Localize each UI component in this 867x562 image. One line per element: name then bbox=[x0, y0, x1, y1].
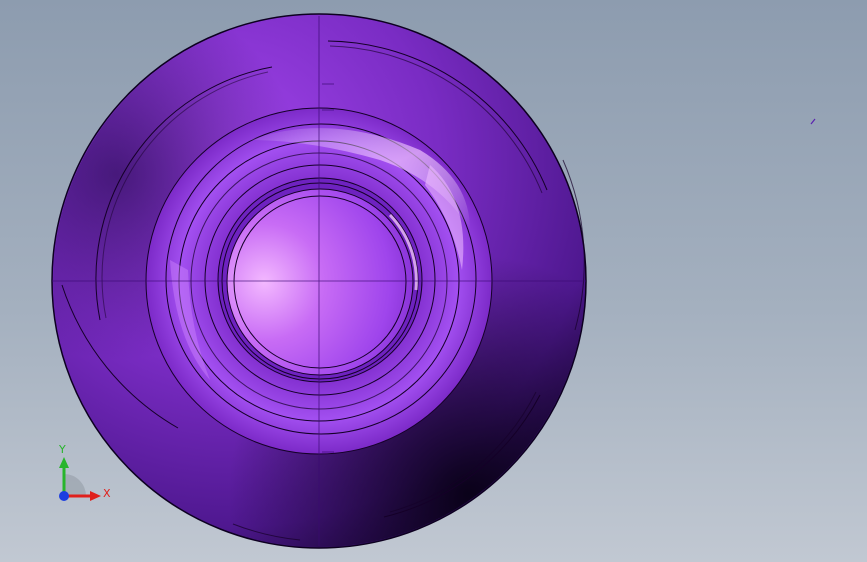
3d-model-view[interactable] bbox=[0, 0, 867, 562]
stray-sketch-point bbox=[810, 118, 816, 125]
part-center-dome[interactable] bbox=[226, 188, 414, 376]
y-axis-label: Y bbox=[59, 443, 66, 456]
x-axis-arrowhead bbox=[90, 491, 101, 501]
z-axis-dot bbox=[59, 491, 69, 501]
x-axis-label: X bbox=[103, 487, 111, 500]
graphics-viewport[interactable]: Y X bbox=[0, 0, 867, 562]
view-orientation-triad[interactable]: Y X bbox=[48, 440, 118, 510]
y-axis-arrowhead bbox=[59, 457, 69, 468]
